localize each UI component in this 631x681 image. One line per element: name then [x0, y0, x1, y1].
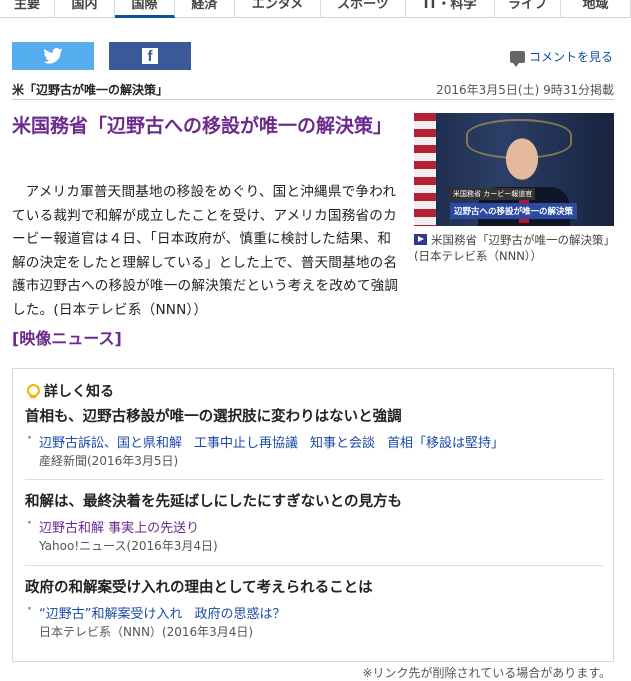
related-source: 産経新聞(2016年3月5日) — [39, 454, 179, 468]
article-headline: 米国務省「辺野古への移設が唯一の解決策」 — [12, 115, 393, 137]
related-link-text[interactable]: 首相「移設は堅持」 — [387, 436, 504, 451]
related-group: 政府の和解案受け入れの理由として考えられることは “辺野古”和解案受け入れ政府の思… — [25, 565, 603, 640]
nav-tab[interactable]: 経済 — [175, 0, 235, 18]
nav-tab[interactable]: エンタメ — [235, 0, 321, 18]
article-header-bar: 米「辺野古が唯一の解決策」 2016年3月5日(土) 9時31分掲載 — [12, 80, 614, 100]
us-flag — [414, 113, 436, 226]
related-info-box: 詳しく知る 首相も、辺野古移設が唯一の選択肢に変わりはないと強調辺野古訴訟、国と… — [12, 368, 614, 662]
facebook-f-icon: f — [142, 48, 158, 65]
photo-caption-text: 米国務省「辺野古が唯一の解決策」(日本テレビ系（NNN）） — [414, 233, 610, 263]
topic-breadcrumb: 米「辺野古が唯一の解決策」 — [12, 83, 169, 97]
article-body: アメリカ軍普天間基地の移設をめぐり、国と沖縄県で争われている裁判で和解が成立した… — [12, 184, 399, 318]
nav-tab[interactable]: 国内 — [55, 0, 115, 18]
link-removal-note: ※リンク先が削除されている場合があります。 — [362, 666, 612, 680]
twitter-bird-icon — [43, 48, 63, 64]
related-info-title: 詳しく知る — [27, 381, 114, 401]
related-link-text[interactable]: 辺野古和解 事実上の先送り — [39, 521, 199, 536]
related-link-text[interactable]: 辺野古訴訟、国と県和解 — [39, 436, 182, 451]
related-article-link: “辺野古”和解案受け入れ政府の思惑は？ — [25, 602, 603, 622]
related-link-text[interactable]: “辺野古”和解案受け入れ — [39, 607, 182, 622]
related-link-text[interactable]: 工事中止し再協議 — [194, 436, 298, 451]
view-comments-link[interactable]: コメントを見る — [509, 48, 613, 67]
publish-date: 2016年3月5日(土) 9時31分掲載 — [436, 83, 614, 97]
nav-tab[interactable]: 地域 — [561, 0, 631, 18]
related-group: 首相も、辺野古移設が唯一の選択肢に変わりはないと強調辺野古訴訟、国と県和解工事中… — [25, 405, 603, 469]
spokesperson-head — [494, 135, 550, 195]
related-info-title-text: 詳しく知る — [44, 384, 114, 400]
news-video-thumbnail[interactable]: 米国務省 カービー報道官 辺野古への移設が唯一の解決策 — [414, 113, 614, 226]
lightbulb-icon — [27, 383, 40, 399]
facebook-share-button[interactable]: f — [109, 42, 191, 70]
view-comments-label: コメントを見る — [528, 50, 613, 64]
photo-caption[interactable]: 米国務省「辺野古が唯一の解決策」(日本テレビ系（NNN）） — [414, 232, 614, 264]
related-group-title: 首相も、辺野古移設が唯一の選択肢に変わりはないと強調 — [25, 409, 402, 425]
video-play-icon — [414, 234, 427, 245]
related-group-title: 政府の和解案受け入れの理由として考えられることは — [25, 580, 373, 596]
related-article-link: 辺野古和解 事実上の先送り — [25, 516, 603, 536]
nav-tab[interactable]: 主要 — [0, 0, 55, 18]
related-group: 和解は、最終決着を先延ばしにしたにすぎないとの見方も辺野古和解 事実上の先送り Y… — [25, 479, 603, 554]
category-nav: 主要 国内 国際 経済 エンタメ スポーツ IT・科学 ライフ 地域 — [0, 0, 631, 18]
related-link-text[interactable]: 知事と会談 — [310, 436, 375, 451]
nav-tab[interactable]: 国際 — [115, 0, 175, 18]
video-news-link[interactable]: [映像ニュース] — [12, 325, 122, 349]
nav-tab[interactable]: ライフ — [495, 0, 561, 18]
related-article-link: 辺野古訴訟、国と県和解工事中止し再協議知事と会談首相「移設は堅持」 — [25, 431, 603, 451]
comment-bubble-icon — [509, 50, 525, 67]
related-group-title: 和解は、最終決着を先延ばしにしたにすぎないとの見方も — [25, 494, 402, 510]
related-link-text[interactable]: 政府の思惑は？ — [194, 607, 285, 622]
related-source: Yahoo!ニュース(2016年3月4日) — [39, 539, 218, 553]
related-source: 日本テレビ系（NNN）(2016年3月4日) — [39, 625, 254, 639]
nav-tab[interactable]: スポーツ — [321, 0, 406, 18]
thumbnail-caption-overlay: 辺野古への移設が唯一の解決策 — [450, 203, 578, 219]
nav-tab[interactable]: IT・科学 — [406, 0, 495, 18]
twitter-share-button[interactable] — [12, 42, 94, 70]
thumbnail-name-tag: 米国務省 カービー報道官 — [450, 188, 536, 200]
